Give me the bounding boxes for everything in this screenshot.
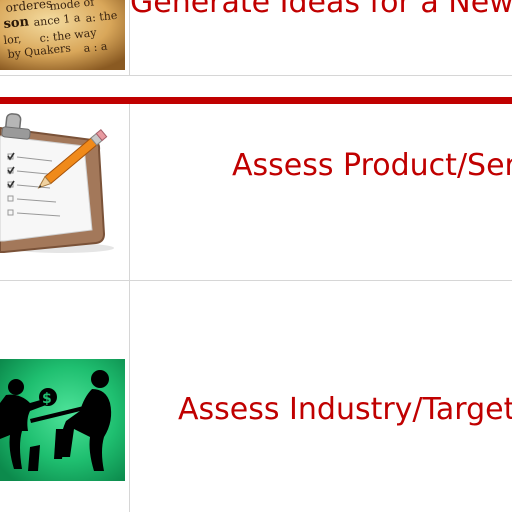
svg-text:lor,: lor, <box>3 32 22 47</box>
svg-text:a : a: a : a <box>83 40 108 55</box>
section-divider-accent <box>0 97 512 104</box>
row-1-thumbnail[interactable]: orderes mode of son ance 1 a a: the lor,… <box>0 0 125 70</box>
svg-text:son: son <box>3 14 30 32</box>
svg-text:$: $ <box>42 391 52 407</box>
row-1-link[interactable]: Generate Ideas for a New <box>130 0 512 20</box>
row-3-link[interactable]: Assess Industry/Target <box>178 393 512 427</box>
row-divider-2 <box>0 280 512 281</box>
row-2-link[interactable]: Assess Product/Ser <box>232 149 512 183</box>
column-divider <box>129 104 130 512</box>
book-dictionary-icon: orderes mode of son ance 1 a a: the lor,… <box>0 0 125 70</box>
column-divider-top <box>129 0 130 76</box>
tool-list-page: orderes mode of son ance 1 a a: the lor,… <box>0 0 512 512</box>
row-2-thumbnail[interactable] <box>0 110 125 255</box>
row-3-thumbnail[interactable]: $ <box>0 359 125 481</box>
clipboard-checklist-icon <box>0 113 114 253</box>
tug-of-war-silhouette-icon: $ <box>0 359 125 481</box>
row-divider-1 <box>0 75 512 76</box>
